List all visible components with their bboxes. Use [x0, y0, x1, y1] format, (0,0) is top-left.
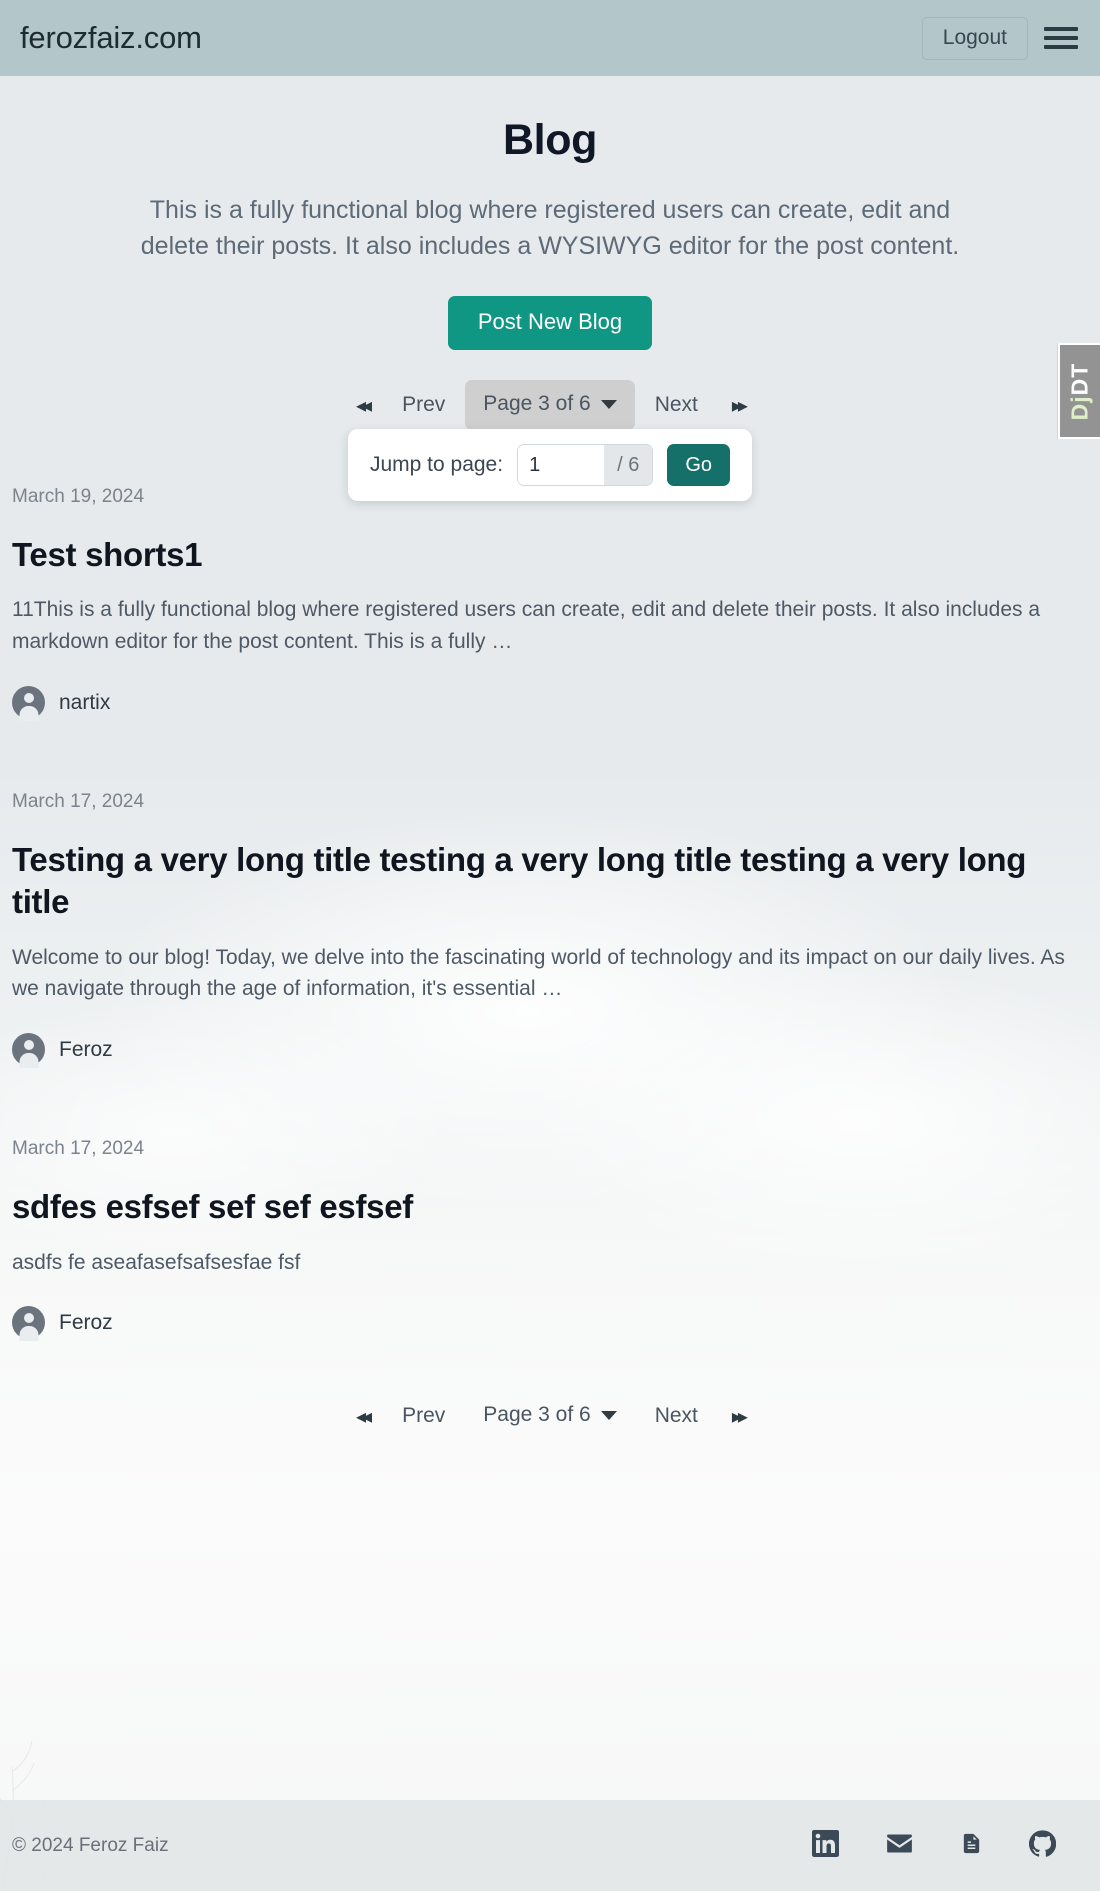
social-links — [812, 1829, 1057, 1862]
hamburger-menu-icon[interactable] — [1044, 25, 1078, 51]
post-author-row: nartix — [12, 686, 1088, 720]
header-actions: Logout — [921, 16, 1078, 60]
page-wrapper: ferozfaiz.com Logout Blog This is a full… — [0, 0, 1100, 1441]
page-selector-label: Page 3 of 6 — [483, 392, 591, 415]
djdt-prefix: Dj — [1066, 394, 1093, 420]
post-date: March 17, 2024 — [12, 1138, 145, 1160]
page-title: Blog — [503, 116, 597, 164]
logout-button[interactable]: Logout — [921, 16, 1028, 60]
prev-page-button[interactable]: Prev — [390, 1394, 457, 1438]
chevron-down-icon — [600, 1410, 617, 1420]
avatar-icon — [12, 1306, 45, 1340]
post-excerpt: Welcome to our blog! Today, we delve int… — [12, 945, 1065, 1001]
pagination-bottom: ◂◂ Prev Page 3 of 6 Next ▸▸ — [0, 1391, 1100, 1441]
post-author-name[interactable]: Feroz — [59, 1038, 113, 1062]
first-page-button[interactable]: ◂◂ — [342, 1394, 382, 1439]
avatar-icon — [12, 1033, 45, 1067]
hamburger-bar — [1044, 45, 1078, 49]
post-author-row: Feroz — [12, 1033, 1088, 1067]
page-selector-dropdown[interactable]: Page 3 of 6 — [465, 1391, 634, 1441]
post-author-row: Feroz — [12, 1306, 1088, 1340]
hamburger-bar — [1044, 36, 1078, 40]
page-description: This is a fully functional blog where re… — [140, 196, 960, 260]
jump-total-pages: / 6 — [604, 445, 653, 485]
site-header: ferozfaiz.com Logout — [0, 0, 1100, 76]
last-page-button[interactable]: ▸▸ — [718, 383, 758, 428]
next-page-button[interactable]: Next — [643, 383, 710, 427]
post-excerpt: asdfs fe aseafasefsafsesfae fsf — [12, 1250, 301, 1274]
post-item: March 17, 2024 sdfes esfsef sef sef esfs… — [12, 1100, 1088, 1373]
pagination-top: ◂◂ Prev Page 3 of 6 Next ▸▸ Jump to page… — [0, 380, 1100, 501]
post-author-name[interactable]: nartix — [59, 691, 110, 715]
post-list: March 19, 2024 Test shorts1 11This is a … — [0, 442, 1100, 1373]
hamburger-bar — [1044, 27, 1078, 31]
post-new-wrapper: Post New Blog — [0, 296, 1100, 350]
djdt-label: DjDT — [1067, 362, 1094, 420]
page-selector-label: Page 3 of 6 — [483, 1403, 591, 1427]
post-excerpt: 11This is a fully functional blog where … — [12, 598, 1041, 654]
copyright-text: © 2024 Feroz Faiz — [12, 1834, 169, 1856]
prev-page-button[interactable]: Prev — [390, 383, 457, 427]
jump-to-page-panel: Jump to page: / 6 Go — [347, 429, 753, 501]
djdt-suffix: DT — [1066, 362, 1093, 395]
jump-to-page-input[interactable] — [518, 445, 605, 485]
jump-input-group: / 6 — [517, 444, 654, 486]
last-page-button[interactable]: ▸▸ — [718, 1394, 758, 1439]
django-debug-toolbar-badge[interactable]: DjDT — [1058, 343, 1100, 439]
email-icon[interactable] — [885, 1830, 914, 1862]
github-icon[interactable] — [1028, 1829, 1057, 1862]
page-selector-dropdown[interactable]: Page 3 of 6 — [465, 380, 635, 430]
avatar-icon — [12, 686, 45, 720]
post-title[interactable]: sdfes esfsef sef sef esfsef — [12, 1186, 1088, 1228]
jump-go-button[interactable]: Go — [667, 444, 731, 486]
hero-section: Blog This is a fully functional blog whe… — [0, 76, 1100, 501]
post-title[interactable]: Testing a very long title testing a very… — [12, 839, 1088, 923]
jump-to-page-label: Jump to page: — [369, 453, 504, 476]
first-page-button[interactable]: ◂◂ — [342, 383, 382, 428]
resume-document-icon[interactable] — [960, 1830, 983, 1862]
post-author-name[interactable]: Feroz — [59, 1311, 113, 1335]
post-item: March 17, 2024 Testing a very long title… — [12, 753, 1088, 1100]
chevron-down-icon — [600, 399, 617, 409]
post-date: March 17, 2024 — [12, 791, 145, 813]
site-brand[interactable]: ferozfaiz.com — [20, 20, 202, 56]
site-footer: © 2024 Feroz Faiz — [0, 1800, 1100, 1891]
post-title[interactable]: Test shorts1 — [12, 534, 1088, 576]
linkedin-icon[interactable] — [812, 1829, 839, 1862]
post-new-blog-button[interactable]: Post New Blog — [447, 296, 653, 350]
next-page-button[interactable]: Next — [643, 1394, 710, 1438]
